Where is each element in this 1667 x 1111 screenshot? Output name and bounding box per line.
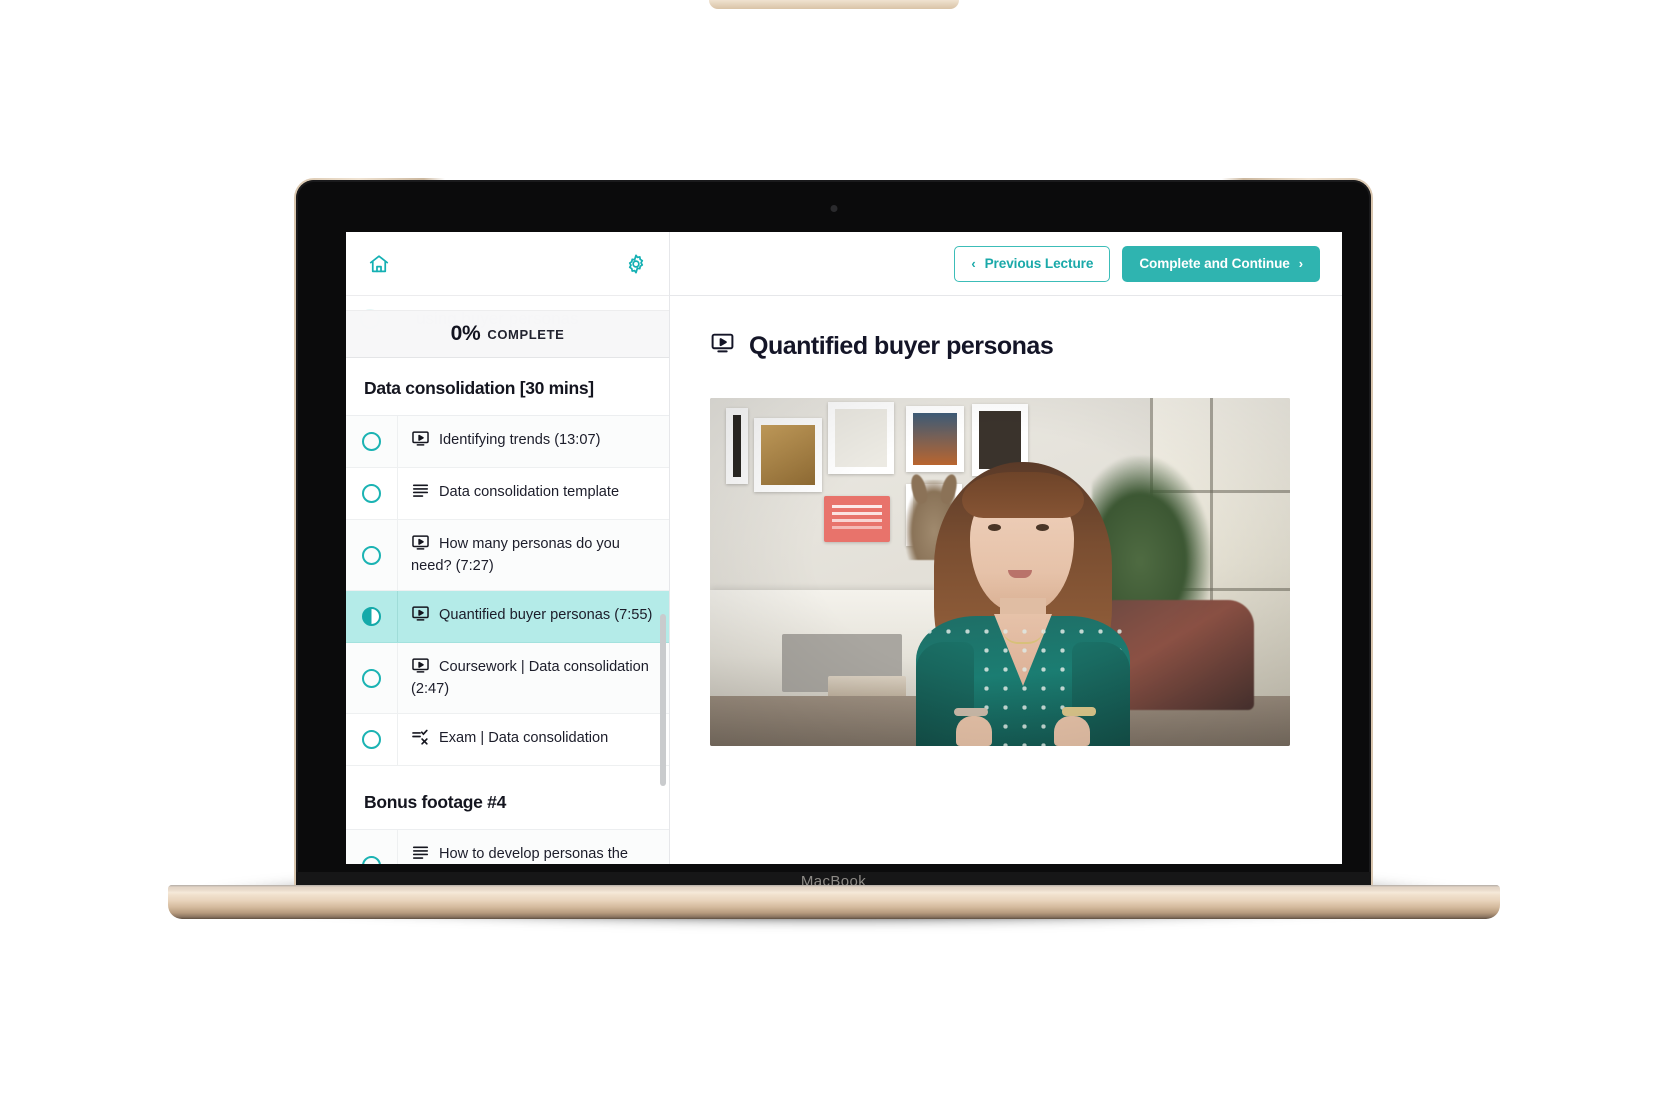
lesson-status-toggle[interactable] [346,643,398,714]
lesson-label-wrap: How many personas do you need? (7:27) [398,520,669,590]
lesson-status-toggle[interactable] [346,416,398,467]
lesson-label-wrap: Coursework | Data consolidation (2:47) [398,643,669,713]
previous-lecture-label: Previous Lecture [984,256,1094,271]
section-heading-bonus-footage: Bonus footage #4 [346,766,669,831]
previous-lecture-button[interactable]: ‹ Previous Lecture [954,245,1111,282]
laptop-base-notch [708,0,959,9]
lecture-toolbar: ‹ Previous Lecture Complete and Continue… [670,232,1342,296]
video-icon [411,604,430,623]
lesson-title: How many personas do you need? (7:27) [411,536,620,574]
circle-outline-icon [362,730,381,750]
laptop-base-highlight [168,885,1500,895]
course-sidebar: using buyer personas 0% COMPLETE Data co… [346,232,670,864]
lesson-title: Exam | Data consolidation [439,730,609,747]
lesson-label-wrap: How to develop personas the right way [398,830,669,864]
lesson-label-wrap: Identifying trends (13:07) [398,416,669,465]
lesson-status-toggle[interactable] [346,714,398,766]
lesson-title: Coursework | Data consolidation (2:47) [411,659,649,697]
progress-label: COMPLETE [487,326,565,342]
sidebar-toolbar [346,232,669,296]
lesson-title: Quantified buyer personas (7:55) [439,607,653,624]
lecture-content: Quantified buyer personas [670,296,1342,864]
list-item-active[interactable]: Quantified buyer personas (7:55) [346,591,669,644]
video-icon [411,533,430,552]
lecture-title-text: Quantified buyer personas [749,331,1054,360]
circle-outline-icon [362,855,381,864]
quiz-icon [411,727,430,746]
progress-percent: 0% [450,322,481,345]
video-icon [710,330,735,362]
home-icon[interactable] [366,251,392,277]
section-heading-data-consolidation: Data consolidation [30 mins] [346,358,669,416]
lesson-title: Data consolidation template [439,484,620,500]
circle-outline-icon [362,484,381,503]
laptop-base [168,885,1500,919]
lesson-list: Data consolidation [30 mins] Identifying… [346,358,669,864]
circle-outline-icon [362,668,381,688]
lesson-status-toggle[interactable] [346,830,398,864]
scene-root: MacBook 0% COMPLETE Data consolidation [… [0,0,1667,1111]
video-icon [411,429,430,448]
webcam-icon [830,205,837,212]
circle-outline-icon [362,545,381,565]
video-poster-frame [710,398,1290,746]
lecture-pane: ‹ Previous Lecture Complete and Continue… [670,232,1342,864]
laptop-screen: using buyer personas 0% COMPLETE Data co… [346,232,1342,864]
lesson-status-toggle[interactable] [346,520,398,591]
course-app: using buyer personas 0% COMPLETE Data co… [346,232,1342,864]
gear-icon[interactable] [623,251,649,277]
lesson-status-toggle[interactable] [346,591,398,643]
sidebar-scroll-area[interactable]: using buyer personas 0% COMPLETE Data co… [346,296,669,864]
lesson-label-wrap: Exam | Data consolidation [398,714,669,763]
lesson-title: Identifying trends (13:07) [439,432,601,448]
list-item[interactable]: Data consolidation template [346,468,669,520]
circle-outline-icon [362,432,381,451]
lesson-label-wrap: Quantified buyer personas (7:55) [398,591,669,640]
text-icon [411,843,430,862]
list-item[interactable]: How to develop personas the right way [346,830,669,864]
lesson-label-wrap: Data consolidation template [398,468,669,517]
text-icon [411,481,430,500]
list-item[interactable]: How many personas do you need? (7:27) [346,520,669,592]
chevron-left-icon: ‹ [971,256,976,271]
lesson-status-toggle[interactable] [346,468,398,519]
list-item[interactable]: Identifying trends (13:07) [346,416,669,468]
chevron-right-icon: › [1298,256,1303,271]
sidebar-scrollbar-thumb[interactable] [660,614,666,786]
complete-and-continue-button[interactable]: Complete and Continue › [1122,245,1320,282]
page-title: Quantified buyer personas [710,330,1302,362]
lesson-title: How to develop personas the right way [439,846,629,863]
video-icon [411,656,430,675]
complete-and-continue-label: Complete and Continue [1139,256,1290,271]
list-item[interactable]: Exam | Data consolidation [346,714,669,767]
lecture-video-player[interactable] [710,398,1290,746]
circle-half-filled-icon [362,607,381,627]
course-progress-banner: 0% COMPLETE [346,310,669,358]
list-item[interactable]: Coursework | Data consolidation (2:47) [346,643,669,715]
